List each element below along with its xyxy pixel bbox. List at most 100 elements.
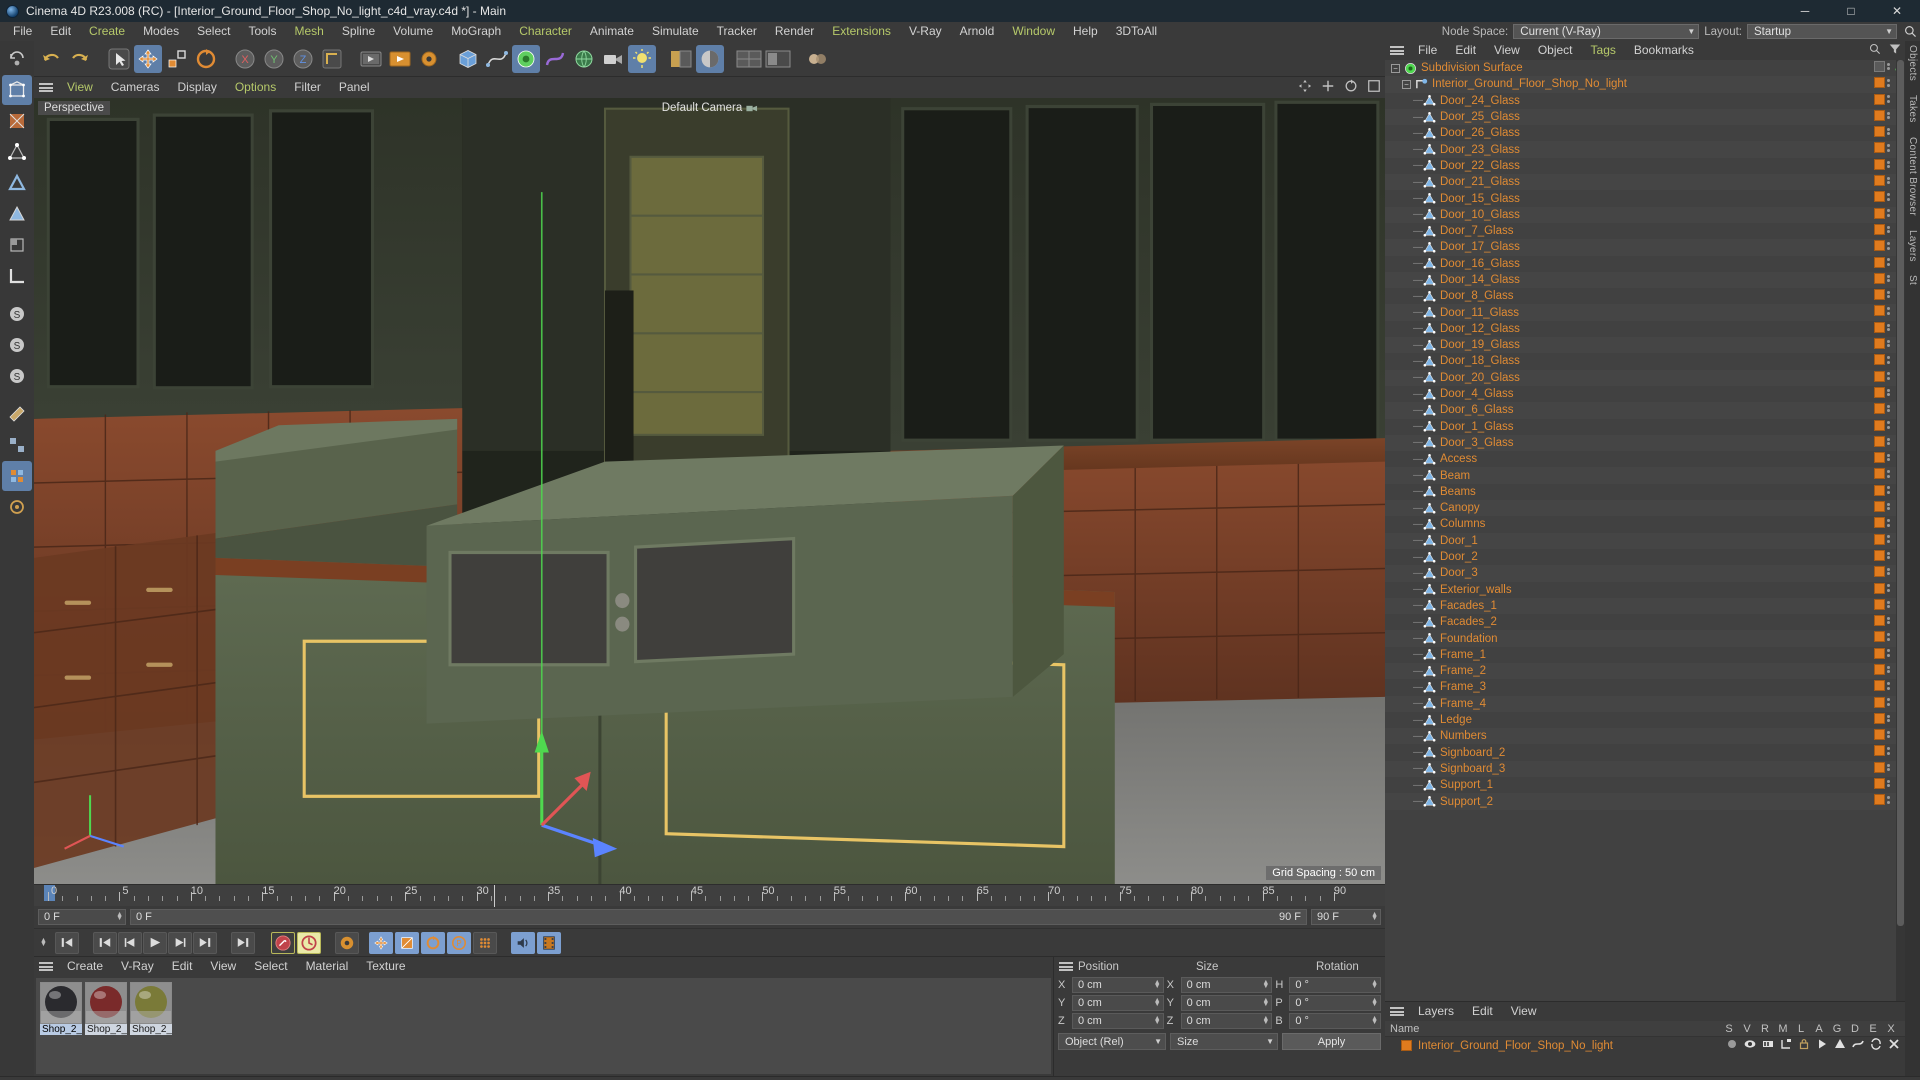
add-spline-button[interactable] (483, 45, 511, 73)
add-camera-button[interactable] (599, 45, 627, 73)
layer-color-tag[interactable] (1874, 289, 1885, 301)
spinner-icon[interactable]: ▲ ▼ (1262, 1015, 1269, 1026)
layer-color-tag[interactable] (1874, 93, 1885, 105)
deformer-icon[interactable] (2, 461, 32, 491)
layer-color-tag[interactable] (1874, 272, 1885, 284)
workplane-icon[interactable] (2, 261, 32, 291)
visibility-dots-icon[interactable] (1887, 111, 1891, 120)
size-mode-dropdown[interactable]: Size ▼ (1170, 1033, 1278, 1050)
material-swatch[interactable]: Shop_2_ (130, 982, 172, 1035)
object-row[interactable]: — Door_4_Glass (1385, 386, 1905, 402)
spinner-icon[interactable]: ▲ ▼ (1371, 1015, 1378, 1026)
menu-item-mograph[interactable]: MoGraph (442, 22, 510, 41)
snap-icon[interactable]: S (2, 299, 32, 329)
viewport-solo-icon[interactable] (2, 492, 32, 522)
object-menu-handle-icon[interactable] (1389, 44, 1405, 57)
end-frame-field[interactable]: 90 F ▲ ▼ (1311, 909, 1381, 925)
layer-color-tag[interactable] (1874, 468, 1885, 480)
minimize-button[interactable]: ─ (1782, 0, 1828, 22)
layer-color-tag[interactable] (1874, 256, 1885, 268)
step-forward-button[interactable] (167, 931, 192, 954)
menu-item-3dtoall[interactable]: 3DToAll (1107, 22, 1166, 41)
zoom-icon[interactable] (1321, 79, 1335, 96)
visibility-dots-icon[interactable] (1887, 274, 1891, 283)
material-swatch[interactable]: Shop_2_ (40, 982, 82, 1035)
visibility-dots-icon[interactable] (1887, 209, 1891, 217)
content-browser-button[interactable] (803, 45, 831, 73)
layer-manager-icon[interactable] (1777, 1038, 1795, 1053)
layer-color-tag[interactable] (1874, 354, 1885, 366)
material-menu-v-ray[interactable]: V-Ray (112, 957, 163, 976)
layer-color-tag[interactable] (1874, 338, 1885, 350)
object-menu-bookmarks[interactable]: Bookmarks (1625, 41, 1703, 60)
object-row[interactable]: — Door_16_Glass (1385, 256, 1905, 272)
layers-menu-edit[interactable]: Edit (1463, 1002, 1502, 1021)
layer-xref-icon[interactable] (1885, 1038, 1903, 1053)
object-row[interactable]: — Door_22_Glass (1385, 158, 1905, 174)
layer-color-tag[interactable] (1874, 175, 1885, 187)
layer-render-icon[interactable] (1759, 1038, 1777, 1053)
material-menu-select[interactable]: Select (245, 957, 296, 976)
point-level-animation-button[interactable] (472, 931, 497, 954)
menu-item-v-ray[interactable]: V-Ray (900, 22, 951, 41)
menu-item-spline[interactable]: Spline (333, 22, 384, 41)
object-row[interactable]: — Door_6_Glass (1385, 402, 1905, 419)
viewport-menu-filter[interactable]: Filter (285, 78, 330, 97)
layer-color-tag[interactable] (1874, 745, 1885, 757)
spinner-icon[interactable]: ▲ ▼ (1154, 1015, 1161, 1026)
sound-button[interactable] (510, 931, 535, 954)
visibility-dots-icon[interactable] (1887, 519, 1891, 527)
spinner-icon[interactable]: ▲ ▼ (1154, 979, 1161, 990)
measure-icon[interactable] (2, 399, 32, 429)
visibility-dots-icon[interactable] (1887, 258, 1891, 266)
coordinate-system-button[interactable] (318, 45, 346, 73)
object-row[interactable]: — Canopy (1385, 500, 1905, 517)
visibility-dots-icon[interactable] (1887, 193, 1891, 201)
visibility-dots-icon[interactable] (1887, 127, 1891, 136)
apply-button[interactable]: Apply (1282, 1033, 1381, 1050)
layer-color-tag[interactable] (1874, 631, 1885, 643)
axis-lock-icon[interactable] (2, 430, 32, 460)
visibility-dots-icon[interactable] (1887, 421, 1891, 429)
object-menu-file[interactable]: File (1409, 41, 1446, 60)
object-menu-tags[interactable]: Tags (1582, 41, 1625, 60)
menu-item-window[interactable]: Window (1003, 22, 1064, 41)
object-menu-edit[interactable]: Edit (1446, 41, 1485, 60)
world-axis-y-button[interactable]: Y (260, 45, 288, 73)
layer-color-tag[interactable] (1874, 435, 1885, 447)
layer-color-tag[interactable] (1874, 403, 1885, 415)
visibility-dots-icon[interactable] (1887, 144, 1891, 152)
search-icon[interactable] (1902, 24, 1918, 40)
key-rotation-button[interactable] (420, 931, 445, 954)
layer-color-tag[interactable] (1874, 533, 1885, 545)
visibility-dots-icon[interactable] (1887, 470, 1891, 478)
render-view-button[interactable] (357, 45, 385, 73)
layer-color-tag[interactable] (1874, 452, 1885, 464)
vertical-tab-content-browser[interactable]: Content Browser (1907, 137, 1918, 216)
visibility-dots-icon[interactable] (1887, 763, 1891, 772)
layer-color-tag[interactable] (1874, 158, 1885, 170)
object-row[interactable]: — Support_1 (1385, 777, 1905, 793)
layers-menu-layers[interactable]: Layers (1409, 1002, 1463, 1021)
world-axis-x-button[interactable]: X (231, 45, 259, 73)
maximize-view-icon[interactable] (1367, 79, 1381, 96)
visibility-dots-icon[interactable] (1887, 225, 1891, 234)
vertical-tab-takes[interactable]: Takes (1907, 95, 1918, 123)
layer-visible-icon[interactable] (1741, 1038, 1759, 1053)
live-selection-button[interactable] (105, 45, 133, 73)
spinner-icon[interactable]: ▲ ▼ (1154, 997, 1161, 1008)
layer-deformer-icon[interactable] (1849, 1038, 1867, 1053)
viewport-menu-options[interactable]: Options (226, 78, 285, 97)
rotation-field[interactable]: 0 ° ▲ ▼ (1289, 977, 1382, 993)
layout-grid-button[interactable] (735, 45, 763, 73)
object-row[interactable]: −Subdivision Surface✓ (1385, 60, 1905, 76)
visibility-dots-icon[interactable] (1887, 633, 1891, 641)
layer-color-tag[interactable] (1874, 207, 1885, 219)
menu-item-character[interactable]: Character (510, 22, 581, 41)
object-row[interactable]: — Beams (1385, 484, 1905, 500)
key-parameter-button[interactable]: P (446, 931, 471, 954)
object-row[interactable]: — Door_23_Glass (1385, 141, 1905, 158)
visibility-dots-icon[interactable] (1887, 356, 1891, 364)
layer-row[interactable]: Interior_Ground_Floor_Shop_No_light (1385, 1037, 1905, 1054)
object-row[interactable]: — Door_12_Glass (1385, 321, 1905, 337)
